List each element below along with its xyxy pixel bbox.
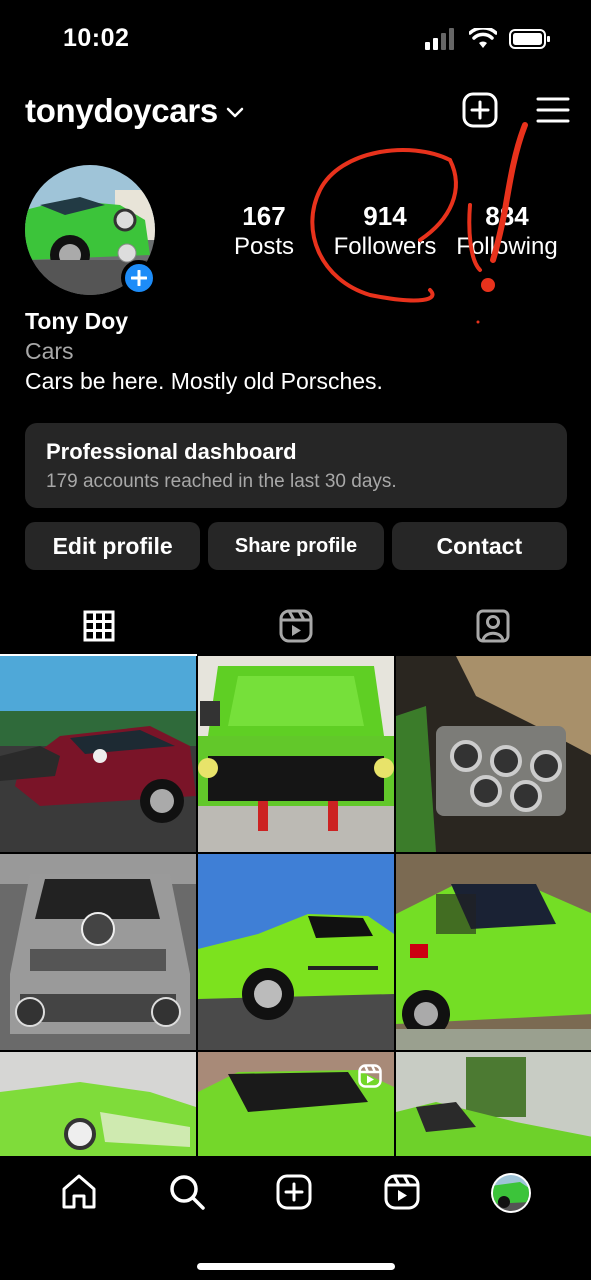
chevron-down-icon[interactable] — [226, 107, 244, 119]
username-switcher[interactable]: tonydoycars — [25, 92, 218, 130]
status-bar: 10:02 — [0, 0, 591, 80]
signal-icon — [425, 28, 454, 50]
status-time: 10:02 — [63, 24, 130, 52]
home-icon[interactable] — [59, 1172, 99, 1212]
wifi-icon — [469, 28, 497, 48]
profile-category: Cars — [25, 338, 74, 364]
dashboard-subtitle: 179 accounts reached in the last 30 days… — [46, 471, 397, 492]
profile-actions: Edit profile Share profile Contact — [25, 522, 567, 570]
tab-reels[interactable] — [197, 596, 394, 656]
reels-icon — [279, 609, 312, 643]
grid-post[interactable] — [0, 1052, 196, 1156]
profile-tabs — [0, 596, 591, 656]
grid-post[interactable] — [198, 656, 394, 852]
add-story-badge[interactable] — [121, 260, 157, 296]
grid-icon — [83, 610, 114, 642]
bio-text: Cars be here. Mostly old Porsches. — [25, 368, 383, 394]
grid-post[interactable] — [396, 1052, 591, 1156]
reel-indicator-icon — [358, 1064, 382, 1088]
professional-dashboard-card[interactable]: Professional dashboard 179 accounts reac… — [25, 423, 567, 508]
profile-avatar-container[interactable] — [25, 165, 157, 296]
grid-post[interactable] — [198, 1052, 394, 1156]
grid-post[interactable] — [0, 656, 196, 852]
dashboard-title: Professional dashboard — [46, 439, 297, 464]
grid-post[interactable] — [396, 854, 591, 1050]
posts-count: 167 — [242, 201, 286, 231]
search-icon[interactable] — [167, 1172, 207, 1212]
profile-avatar[interactable] — [490, 1172, 532, 1214]
grid-post[interactable] — [198, 854, 394, 1050]
home-indicator — [197, 1263, 395, 1270]
grid-post[interactable] — [396, 656, 591, 852]
tab-tagged[interactable] — [394, 596, 591, 656]
posts-grid — [0, 656, 591, 1156]
profile-name: Tony Doy — [25, 308, 129, 334]
plus-icon — [131, 270, 147, 286]
edit-profile-button[interactable]: Edit profile — [25, 522, 201, 570]
status-icons — [425, 28, 551, 50]
contact-button[interactable]: Contact — [391, 522, 567, 570]
tagged-icon — [476, 609, 509, 643]
reels-icon[interactable] — [382, 1172, 422, 1212]
handwritten-annotation — [310, 122, 528, 324]
profile-bio: Tony Doy Cars Cars be here. Mostly old P… — [25, 306, 383, 396]
grid-post[interactable] — [0, 854, 196, 1050]
posts-stat[interactable]: 167 Posts — [233, 200, 295, 262]
create-icon[interactable] — [274, 1172, 314, 1212]
posts-label: Posts — [233, 233, 295, 260]
share-profile-button[interactable]: Share profile — [208, 522, 384, 570]
tab-grid[interactable] — [0, 596, 197, 656]
menu-icon[interactable] — [536, 96, 570, 124]
bottom-navigation — [0, 1156, 591, 1280]
battery-icon — [509, 29, 550, 49]
